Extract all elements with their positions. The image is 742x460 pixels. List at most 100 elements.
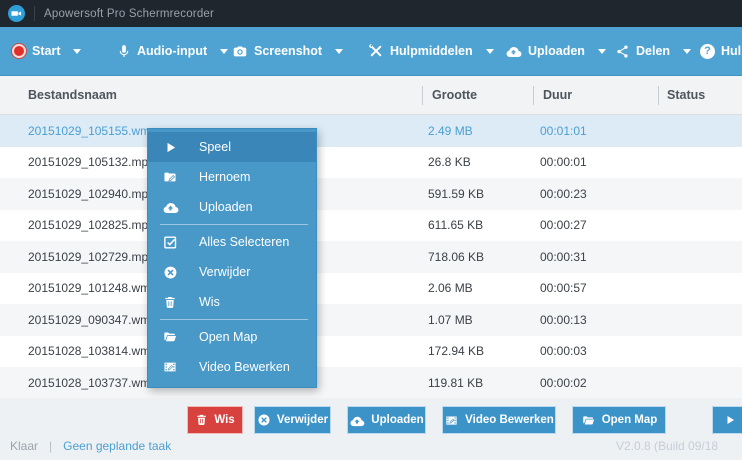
menu-item-wis[interactable]: Wis <box>148 287 316 317</box>
chevron-down-icon <box>73 48 82 54</box>
video-bewerken-button[interactable]: Video Bewerken <box>442 406 556 434</box>
trash-icon <box>161 295 179 310</box>
menu-item-hernoem[interactable]: Hernoem <box>148 162 316 192</box>
table-row[interactable]: 20151029_102940.mp3 591.59 KB 00:00:23 <box>0 178 742 210</box>
chevron-down-icon <box>220 48 229 54</box>
file-size: 718.06 KB <box>428 249 485 264</box>
menu-item-label: Speel <box>199 140 231 154</box>
menu-item-label: Alles Selecteren <box>199 235 290 249</box>
toolbar-button-delen[interactable]: Delen <box>615 27 692 75</box>
remove-icon <box>257 413 271 427</box>
trash-icon <box>195 413 208 427</box>
table-row[interactable]: 20151029_101248.wmv 2.06 MB 00:00:57 <box>0 273 742 305</box>
column-header-grootte[interactable]: Grootte <box>432 76 477 114</box>
toolbar-label: Hulp <box>721 44 742 58</box>
file-name: 20151029_102940.mp3 <box>28 186 155 201</box>
toolbar-button-uploaden[interactable]: Uploaden <box>505 27 606 75</box>
column-divider <box>533 86 534 105</box>
file-name: 20151029_102825.mp3 <box>28 218 155 233</box>
menu-item-label: Video Bewerken <box>199 360 290 374</box>
toolbar-button-screenshot[interactable]: Screenshot <box>232 27 344 75</box>
file-name: 20151028_103814.wmv <box>28 344 157 359</box>
toolbar-button-hulp[interactable]: ? Hulp <box>700 27 742 75</box>
app-window: Apowersoft Pro Schermrecorder Start Audi… <box>0 0 742 460</box>
file-name: 20151029_105132.mp3 <box>28 155 155 170</box>
file-duration: 00:00:27 <box>540 218 587 233</box>
column-header-bestandsnaam[interactable]: Bestandsnaam <box>28 76 117 114</box>
version-text: V2.0.8 (Build 09/18 <box>616 439 719 453</box>
menu-item-open-map[interactable]: Open Map <box>148 322 316 352</box>
microphone-icon <box>117 43 131 59</box>
file-size: 2.49 MB <box>428 123 473 138</box>
toolbar-button-start[interactable]: Start <box>12 27 82 75</box>
file-duration: 00:00:03 <box>540 344 587 359</box>
table-row[interactable]: 20151029_102825.mp3 611.65 KB 00:00:27 <box>0 210 742 242</box>
file-table-header: Bestandsnaam Grootte Duur Status <box>0 76 742 115</box>
table-row[interactable]: 20151028_103737.wmv 119.81 KB 00:00:02 <box>0 367 742 399</box>
button-label: Wis <box>214 414 235 426</box>
menu-item-speel[interactable]: Speel <box>148 132 316 162</box>
camera-icon <box>232 44 248 59</box>
menu-item-verwijder[interactable]: Verwijder <box>148 257 316 287</box>
verwijder-button[interactable]: Verwijder <box>254 406 331 434</box>
toolbar-button-hulpmiddelen[interactable]: Hulpmiddelen <box>368 27 494 75</box>
wis-button[interactable]: Wis <box>187 406 243 434</box>
toolbar-label: Start <box>32 44 61 58</box>
column-header-status[interactable]: Status <box>667 76 705 114</box>
cloud-upload-icon <box>161 200 179 214</box>
menu-divider <box>160 319 308 320</box>
help-icon: ? <box>700 43 715 59</box>
table-row[interactable]: 20151028_103814.wmv 172.94 KB 00:00:03 <box>0 336 742 368</box>
file-size: 611.65 KB <box>428 218 484 233</box>
window-title: Apowersoft Pro Schermrecorder <box>44 7 215 20</box>
menu-item-uploaden[interactable]: Uploaden <box>148 192 316 222</box>
file-duration: 00:00:31 <box>540 249 587 264</box>
file-size: 591.59 KB <box>428 186 485 201</box>
menu-divider <box>160 224 308 225</box>
button-label: Verwijder <box>276 414 329 426</box>
remove-icon <box>161 265 179 280</box>
file-duration: 00:00:01 <box>540 155 587 170</box>
main-toolbar: Start Audio-input Screenshot Hulpmiddele… <box>0 27 742 76</box>
chevron-down-icon <box>485 48 494 54</box>
toolbar-label: Uploaden <box>528 44 585 58</box>
speel-button[interactable]: Speel <box>712 406 742 434</box>
file-name: 20151029_090347.wmv <box>28 312 157 327</box>
column-divider <box>422 86 423 105</box>
menu-item-video-bewerken[interactable]: Video Bewerken <box>148 352 316 382</box>
toolbar-label: Audio-input <box>137 44 208 58</box>
record-icon <box>12 44 26 58</box>
table-row[interactable]: 20151029_105155.wmv 2.49 MB 00:01:01 <box>0 115 742 147</box>
file-duration: 00:00:02 <box>540 375 587 390</box>
column-header-duur[interactable]: Duur <box>543 76 572 114</box>
play-icon <box>161 141 179 154</box>
uploaden-button[interactable]: Uploaden <box>347 406 426 434</box>
file-name: 20151029_101248.wmv <box>28 281 157 296</box>
video-edit-icon <box>444 414 459 427</box>
toolbar-label: Hulpmiddelen <box>390 44 473 58</box>
scheduled-task-link[interactable]: Geen geplande taak <box>63 439 171 453</box>
file-duration: 00:00:57 <box>540 281 587 296</box>
table-row[interactable]: 20151029_102729.mp3 718.06 KB 00:00:31 <box>0 241 742 273</box>
button-label: Video Bewerken <box>465 414 554 426</box>
share-icon <box>615 44 630 59</box>
table-row[interactable]: 20151029_090347.wmv 1.07 MB 00:00:13 <box>0 304 742 336</box>
toolbar-label: Screenshot <box>254 44 323 58</box>
button-label: Open Map <box>601 414 658 426</box>
open-map-button[interactable]: Open Map <box>572 406 666 434</box>
file-name: 20151028_103737.wmv <box>28 375 157 390</box>
file-list: 20151029_105155.wmv 2.49 MB 00:01:01 201… <box>0 115 742 399</box>
toolbar-button-audio-input[interactable]: Audio-input <box>117 27 229 75</box>
status-divider: | <box>49 439 53 453</box>
button-label: Uploaden <box>371 414 424 426</box>
file-name: 20151029_105155.wmv <box>28 123 157 138</box>
table-row[interactable]: 20151029_105132.mp3 26.8 KB 00:00:01 <box>0 147 742 179</box>
menu-item-alles-selecteren[interactable]: Alles Selecteren <box>148 227 316 257</box>
chevron-down-icon <box>335 48 344 54</box>
file-duration: 00:00:23 <box>540 186 587 201</box>
menu-item-label: Uploaden <box>199 200 253 214</box>
chevron-down-icon <box>597 48 606 54</box>
menu-item-label: Verwijder <box>199 265 251 279</box>
file-size: 2.06 MB <box>428 281 473 296</box>
status-text: Klaar <box>10 439 39 453</box>
